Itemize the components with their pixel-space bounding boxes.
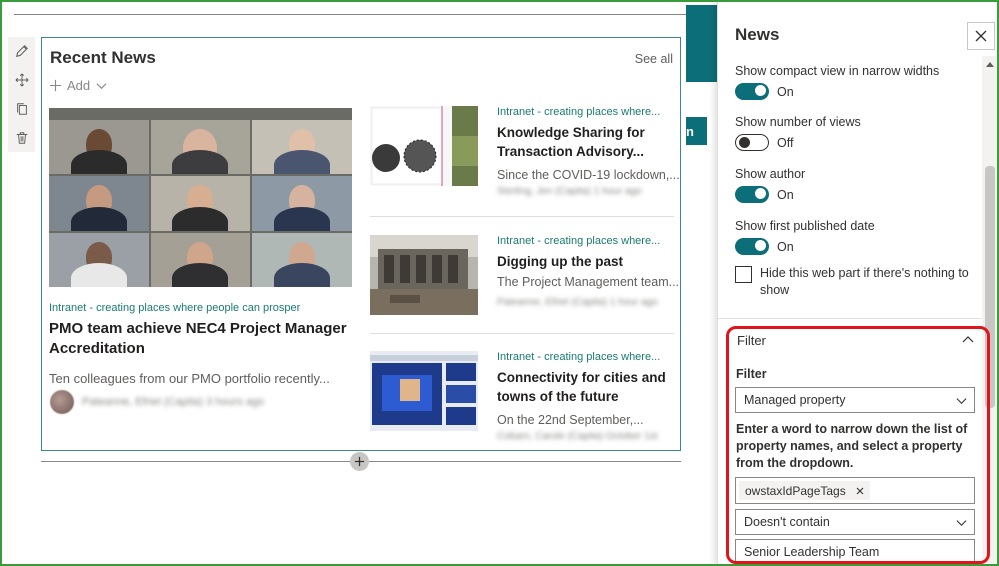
news-title[interactable]: Connectivity for cities and towns of the… [497, 368, 673, 406]
property-chip-label: owstaxIdPageTags [745, 483, 846, 498]
toggle-label: Show first published date [735, 219, 875, 233]
number-of-views-toggle[interactable] [735, 134, 769, 151]
news-meta-blurred: Sterling, Jen (Capita) 1 hour ago [497, 186, 642, 197]
hero-news-site-tag[interactable]: Intranet - creating places where people … [49, 302, 300, 314]
filter-value-input[interactable]: Senior Leadership Team [735, 539, 975, 565]
toggle-number-of-views: Show number of views Off [735, 115, 975, 151]
news-site-tag[interactable]: Intranet - creating places where... [497, 235, 660, 247]
add-section-button[interactable] [350, 452, 369, 471]
news-site-tag[interactable]: Intranet - creating places where... [497, 351, 660, 363]
news-thumbnail[interactable] [370, 106, 478, 186]
pencil-icon [15, 45, 28, 57]
toggle-first-published-date: Show first published date On [735, 219, 975, 255]
toggle-label: Show author [735, 167, 806, 181]
news-site-tag[interactable]: Intranet - creating places where... [497, 106, 660, 118]
copy-icon [16, 103, 27, 115]
first-published-date-toggle[interactable] [735, 238, 769, 255]
news-webpart[interactable]: Recent News See all Add Intranet - creat… [41, 37, 681, 451]
toggle-label: Show compact view in narrow widths [735, 64, 940, 78]
compact-view-toggle[interactable] [735, 83, 769, 100]
chevron-down-icon [96, 83, 107, 90]
hero-news-image[interactable] [49, 108, 352, 287]
toggle-state: Off [777, 135, 794, 150]
delete-webpart-button[interactable] [12, 128, 32, 148]
hide-webpart-checkbox[interactable] [735, 266, 752, 283]
toggle-state: On [777, 239, 794, 254]
section-divider-top [14, 14, 686, 15]
news-title[interactable]: Digging up the past [497, 252, 673, 271]
author-meta-blurred: Pateanne, Efriet (Capita) 3 hours ago [82, 396, 265, 408]
news-thumbnail[interactable] [370, 235, 478, 315]
add-news-label: Add [67, 78, 91, 93]
pane-divider [718, 318, 982, 319]
plus-icon [354, 456, 365, 467]
news-description: The Project Management team... [497, 275, 680, 289]
filter-section-header[interactable]: Filter [737, 333, 766, 348]
pane-scrollbar[interactable] [982, 56, 998, 566]
filter-value-text: Senior Leadership Team [744, 545, 880, 559]
toggle-label: Show number of views [735, 115, 861, 129]
duplicate-webpart-button[interactable] [12, 99, 32, 119]
news-item[interactable]: Intranet - creating places where... Conn… [370, 351, 674, 461]
edit-webpart-button[interactable] [12, 41, 32, 61]
plus-icon [49, 79, 62, 92]
add-news-button[interactable]: Add [49, 78, 108, 93]
property-pane: News Show compact view in narrow widths … [717, 0, 999, 566]
hero-news-title[interactable]: PMO team achieve NEC4 Project Manager Ac… [49, 319, 352, 359]
news-separator [370, 333, 674, 334]
news-description: Since the COVID-19 lockdown,... [497, 168, 680, 182]
move-icon [15, 73, 28, 87]
property-picker-input[interactable]: owstaxIdPageTags [735, 477, 975, 504]
underlying-page-header [686, 5, 717, 82]
property-chip: owstaxIdPageTags [739, 481, 870, 500]
toggle-state: On [777, 187, 794, 202]
filter-field-label: Filter [736, 367, 767, 381]
underlying-button-fragment: n [686, 123, 694, 139]
news-meta-blurred: Pateanne, Efriet (Capita) 1 hour ago [497, 297, 658, 308]
news-meta-blurred: Cobarn, Carole (Capita) October 1st [497, 431, 658, 442]
webpart-title: Recent News [50, 48, 156, 67]
property-help-text: Enter a word to narrow down the list of … [736, 422, 968, 470]
chevron-up-icon[interactable] [962, 334, 974, 346]
chevron-down-icon [956, 520, 967, 527]
move-webpart-button[interactable] [12, 70, 32, 90]
underlying-page [686, 0, 717, 566]
news-item[interactable]: Intranet - creating places where... Know… [370, 106, 680, 216]
news-item[interactable]: Intranet - creating places where... Digg… [370, 235, 679, 345]
toggle-state: On [777, 84, 794, 99]
toggle-show-author: Show author On [735, 167, 975, 203]
hero-news-author: Pateanne, Efriet (Capita) 3 hours ago [50, 390, 264, 414]
dropdown-value: Doesn't contain [744, 515, 830, 529]
show-author-toggle[interactable] [735, 186, 769, 203]
close-icon [975, 30, 987, 42]
avatar [50, 390, 74, 414]
news-thumbnail[interactable] [370, 351, 478, 431]
scroll-up-icon[interactable] [986, 62, 994, 67]
toggle-compact-view: Show compact view in narrow widths On [735, 64, 975, 100]
hide-webpart-option: Hide this web part if there's nothing to… [735, 265, 980, 299]
see-all-link[interactable]: See all [635, 52, 673, 66]
operator-dropdown[interactable]: Doesn't contain [735, 509, 975, 535]
underlying-page-button[interactable]: n [686, 117, 707, 145]
news-separator [370, 216, 674, 217]
remove-chip-icon[interactable] [856, 487, 864, 495]
hero-news-description: Ten colleagues from our PMO portfolio re… [49, 371, 330, 386]
chevron-down-icon [956, 398, 967, 405]
filter-type-dropdown[interactable]: Managed property [735, 387, 975, 413]
pane-title: News [735, 25, 780, 44]
hide-webpart-label: Hide this web part if there's nothing to… [760, 266, 969, 297]
trash-icon [16, 132, 27, 144]
webpart-edit-toolbar [8, 37, 35, 152]
news-description: On the 22nd September,... [497, 413, 644, 427]
news-title[interactable]: Knowledge Sharing for Transaction Adviso… [497, 123, 673, 161]
scrollbar-thumb[interactable] [985, 166, 995, 408]
dropdown-value: Managed property [744, 393, 846, 407]
close-pane-button[interactable] [967, 22, 995, 50]
